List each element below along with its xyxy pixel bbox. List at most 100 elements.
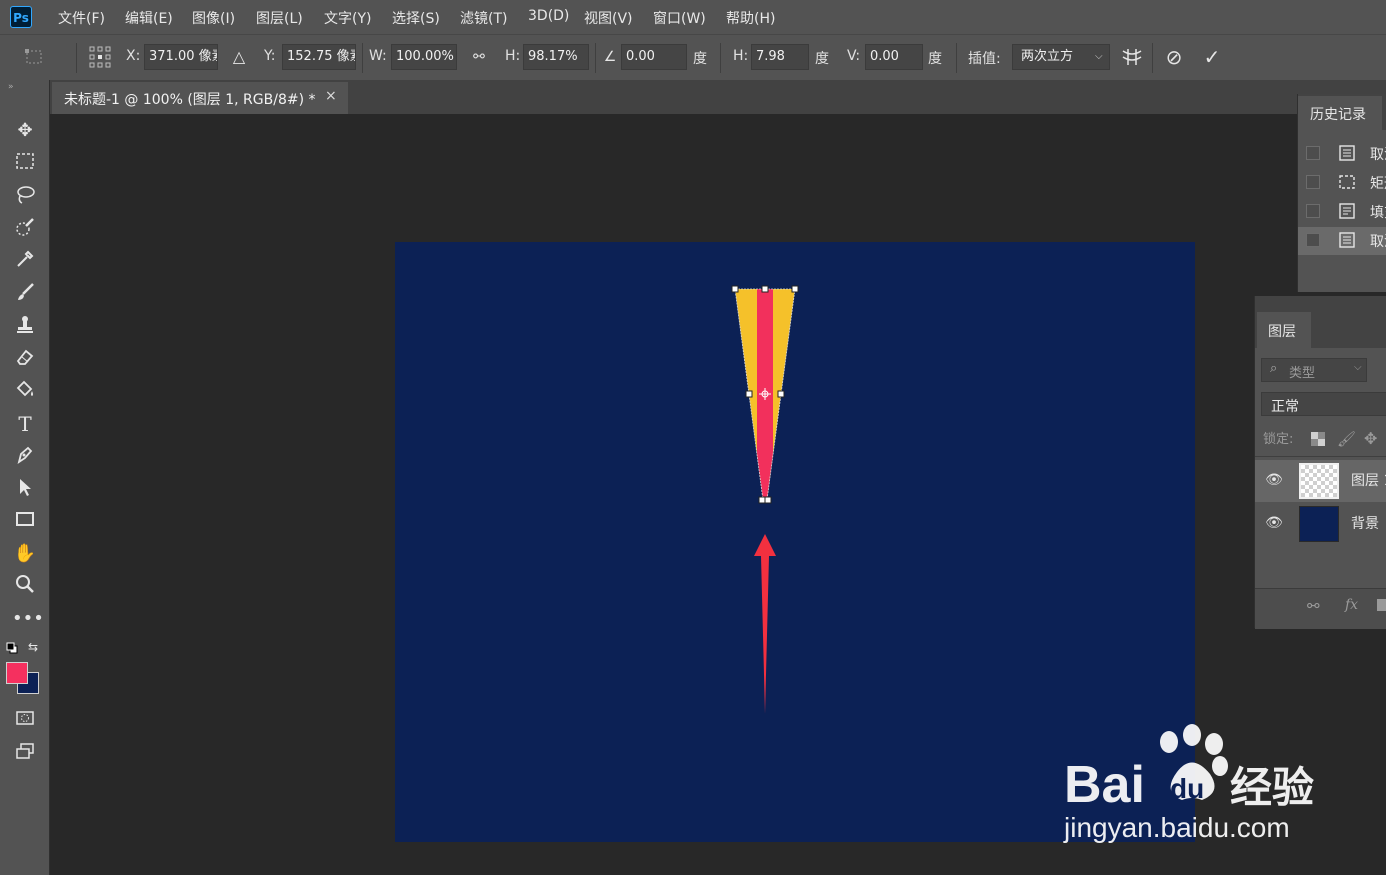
commit-transform-icon[interactable]: ✓ bbox=[1200, 45, 1224, 69]
move-icon[interactable]: ✥ bbox=[12, 118, 38, 144]
layer-row[interactable]: 👁 背景 bbox=[1255, 503, 1386, 545]
add-mask-icon[interactable] bbox=[1377, 599, 1386, 611]
skew-v-field[interactable]: 0.00 bbox=[865, 44, 923, 70]
foreground-color-swatch[interactable] bbox=[6, 662, 28, 684]
tab-history[interactable]: 历史记录 bbox=[1298, 96, 1382, 130]
document-icon bbox=[1338, 231, 1356, 249]
swap-colors-icon[interactable]: ⇆ bbox=[28, 640, 38, 654]
skew-v-label: V: bbox=[847, 48, 861, 64]
separator bbox=[956, 43, 957, 73]
blend-mode-select[interactable]: 正常 bbox=[1261, 392, 1386, 416]
link-layers-icon[interactable]: ⚯ bbox=[1307, 597, 1320, 615]
eye-icon[interactable]: 👁 bbox=[1265, 515, 1283, 531]
screen-mode-icon[interactable] bbox=[12, 740, 38, 766]
eraser-icon[interactable] bbox=[12, 346, 38, 372]
separator bbox=[362, 43, 363, 73]
menu-window[interactable]: 窗口(W) bbox=[653, 8, 706, 28]
svg-text:du: du bbox=[1170, 773, 1204, 804]
panel-collapse-icon[interactable]: » bbox=[8, 82, 14, 92]
zoom-icon[interactable] bbox=[12, 573, 38, 599]
history-item-selected[interactable]: 取消选择 bbox=[1298, 227, 1386, 255]
rectangle-icon[interactable] bbox=[12, 508, 38, 534]
height-percent-field[interactable]: 98.17% bbox=[523, 44, 589, 70]
history-item[interactable]: 取消选择 bbox=[1298, 140, 1386, 168]
lock-position-icon[interactable]: ✥ bbox=[1364, 429, 1377, 448]
document-tab[interactable]: 未标题-1 @ 100% (图层 1, RGB/8#) * × bbox=[52, 82, 348, 114]
layer-name: 背景 bbox=[1351, 516, 1379, 532]
reference-point-icon[interactable] bbox=[88, 45, 112, 69]
menu-3d[interactable]: 3D(D) bbox=[528, 8, 569, 24]
eyedropper-icon[interactable] bbox=[12, 248, 38, 274]
link-icon[interactable]: ⚯ bbox=[467, 45, 491, 69]
options-bar: X: 371.00 像素 △ Y: 152.75 像素 W: 100.00% ⚯… bbox=[0, 34, 1386, 81]
width-percent-field[interactable]: 100.00% bbox=[391, 44, 457, 70]
pen-icon[interactable] bbox=[12, 443, 38, 469]
brush-icon[interactable] bbox=[12, 281, 38, 307]
history-item-label: 填充 bbox=[1370, 205, 1386, 221]
layer-row-selected[interactable]: 👁 图层 1 bbox=[1255, 460, 1386, 502]
layer-thumbnail[interactable] bbox=[1299, 506, 1339, 542]
warp-icon[interactable] bbox=[1120, 45, 1144, 69]
y-position-field[interactable]: 152.75 像素 bbox=[282, 44, 356, 70]
rotate-angle-field[interactable]: 0.00 bbox=[621, 44, 687, 70]
menu-type[interactable]: 文字(Y) bbox=[324, 8, 371, 28]
history-item[interactable]: 填充 bbox=[1298, 198, 1386, 226]
divider bbox=[1255, 456, 1386, 457]
history-item-label: 取消选择 bbox=[1370, 147, 1386, 163]
skew-h-field[interactable]: 7.98 bbox=[751, 44, 809, 70]
layer-thumbnail[interactable] bbox=[1299, 463, 1339, 499]
height-label: H: bbox=[505, 48, 521, 64]
transform-handle bbox=[791, 285, 799, 293]
history-snapshot-checkbox[interactable] bbox=[1306, 146, 1320, 160]
lasso-icon[interactable] bbox=[12, 183, 38, 209]
more-icon[interactable]: ••• bbox=[12, 606, 44, 632]
chevron-down-icon: ⌵ bbox=[1095, 51, 1103, 62]
history-snapshot-checkbox[interactable] bbox=[1306, 233, 1320, 247]
transform-tool-icon[interactable] bbox=[22, 45, 46, 69]
quick-mask-icon[interactable] bbox=[12, 707, 38, 733]
baidu-jingyan-watermark: Bai du 经验 jingyan.baidu.com bbox=[1062, 722, 1342, 852]
lock-pixels-icon[interactable]: 🖌 bbox=[1337, 430, 1356, 448]
marquee-icon[interactable] bbox=[12, 150, 38, 176]
angle-unit: 度 bbox=[693, 51, 707, 67]
menu-bar: Ps 文件(F) 编辑(E) 图像(I) 图层(L) 文字(Y) 选择(S) 滤… bbox=[0, 0, 1386, 34]
document-tab-title: 未标题-1 @ 100% (图层 1, RGB/8#) * bbox=[64, 92, 316, 108]
menu-view[interactable]: 视图(V) bbox=[584, 8, 633, 28]
menu-filter[interactable]: 滤镜(T) bbox=[460, 8, 507, 28]
history-item-label: 矩形选框 bbox=[1370, 176, 1386, 192]
menu-help[interactable]: 帮助(H) bbox=[726, 8, 775, 28]
transform-handle bbox=[761, 285, 769, 293]
layers-footer: ⚯ fx bbox=[1255, 588, 1386, 629]
menu-image[interactable]: 图像(I) bbox=[192, 8, 235, 28]
paint-bucket-icon[interactable] bbox=[12, 378, 38, 404]
menu-layer[interactable]: 图层(L) bbox=[256, 8, 303, 28]
menu-file[interactable]: 文件(F) bbox=[58, 8, 105, 28]
close-icon[interactable]: × bbox=[325, 88, 337, 104]
hand-icon[interactable]: ✋ bbox=[12, 541, 38, 567]
annotation-arrow bbox=[754, 534, 776, 714]
history-tab-bar: 历史记录 bbox=[1298, 94, 1386, 130]
menu-select[interactable]: 选择(S) bbox=[392, 8, 440, 28]
history-snapshot-checkbox[interactable] bbox=[1306, 175, 1320, 189]
path-select-icon[interactable] bbox=[12, 476, 38, 502]
stamp-icon[interactable] bbox=[12, 313, 38, 339]
tab-layers[interactable]: 图层 bbox=[1257, 312, 1311, 348]
menu-edit[interactable]: 编辑(E) bbox=[125, 8, 173, 28]
interpolation-select[interactable]: 两次立方 ⌵ bbox=[1012, 44, 1110, 70]
default-colors-icon[interactable] bbox=[6, 642, 18, 654]
lock-transparency-icon[interactable] bbox=[1311, 432, 1325, 446]
fx-icon[interactable]: fx bbox=[1345, 597, 1358, 613]
cancel-transform-icon[interactable]: ⊘ bbox=[1162, 45, 1186, 69]
photoshop-logo-icon[interactable]: Ps bbox=[10, 6, 32, 28]
layer-filter-select[interactable]: ⌕ 类型 ⌵ bbox=[1261, 358, 1367, 382]
separator bbox=[720, 43, 721, 73]
transform-handle bbox=[764, 496, 772, 504]
quick-select-icon[interactable] bbox=[12, 216, 38, 242]
type-icon[interactable]: T bbox=[12, 411, 38, 437]
history-snapshot-checkbox[interactable] bbox=[1306, 204, 1320, 218]
eye-icon[interactable]: 👁 bbox=[1265, 472, 1283, 488]
x-position-field[interactable]: 371.00 像素 bbox=[144, 44, 218, 70]
history-item[interactable]: 矩形选框 bbox=[1298, 169, 1386, 197]
relative-position-icon[interactable]: △ bbox=[227, 45, 251, 69]
layers-panel: 图层 ⌕ 类型 ⌵ 正常 锁定: 🖌 ✥ 👁 图层 1 👁 背景 ⚯ fx bbox=[1254, 296, 1386, 629]
